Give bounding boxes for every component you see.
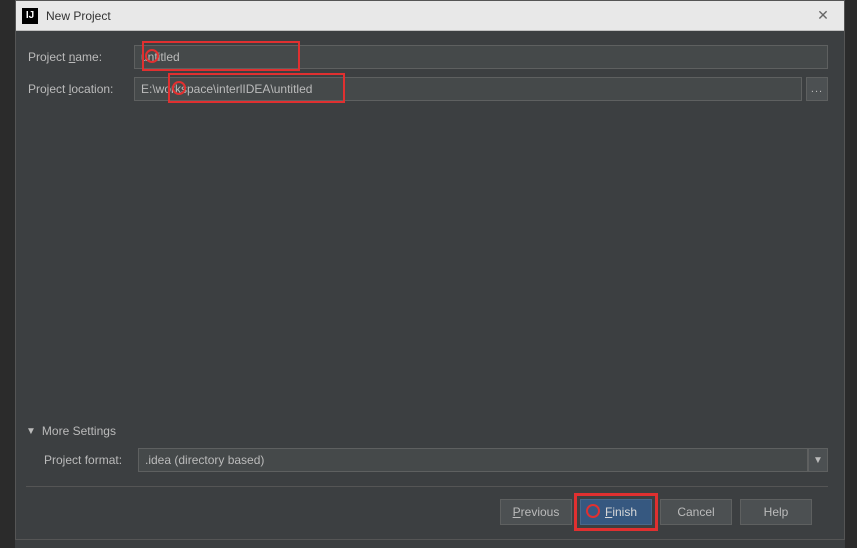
project-location-row: Project location: ...	[26, 77, 828, 101]
finish-button[interactable]: Finish	[580, 499, 652, 525]
cancel-button[interactable]: Cancel	[660, 499, 732, 525]
project-format-row: Project format: .idea (directory based) …	[26, 448, 828, 472]
background-right-strip	[845, 0, 857, 548]
dialog-content: Project name: Project location: ... ▼ Mo…	[16, 31, 844, 539]
project-location-input[interactable]	[134, 77, 802, 101]
background-left-strip	[0, 0, 15, 548]
project-name-label: Project name:	[26, 50, 134, 64]
more-settings-label: More Settings	[42, 424, 116, 438]
new-project-dialog: IJ New Project ✕ Project name: Project l…	[15, 0, 845, 540]
project-name-row: Project name:	[26, 45, 828, 69]
project-format-label: Project format:	[44, 453, 138, 467]
help-button[interactable]: Help	[740, 499, 812, 525]
finish-button-wrap: Finish	[580, 499, 652, 525]
browse-button[interactable]: ...	[806, 77, 828, 101]
previous-button[interactable]: Previous	[500, 499, 572, 525]
project-name-input[interactable]	[134, 45, 828, 69]
chevron-down-icon: ▼	[26, 426, 36, 437]
footer-separator	[26, 486, 828, 487]
spacer	[26, 109, 828, 420]
close-icon[interactable]: ✕	[808, 2, 838, 30]
dialog-title: New Project	[46, 9, 808, 23]
project-format-select[interactable]: .idea (directory based) ▼	[138, 448, 828, 472]
more-settings-toggle[interactable]: ▼ More Settings	[26, 420, 828, 448]
project-format-value: .idea (directory based)	[138, 448, 808, 472]
titlebar: IJ New Project ✕	[16, 1, 844, 31]
project-location-label: Project location:	[26, 82, 134, 96]
app-icon: IJ	[22, 8, 38, 24]
chevron-down-icon: ▼	[808, 448, 828, 472]
dialog-footer: Previous Finish Cancel Help	[26, 499, 828, 539]
